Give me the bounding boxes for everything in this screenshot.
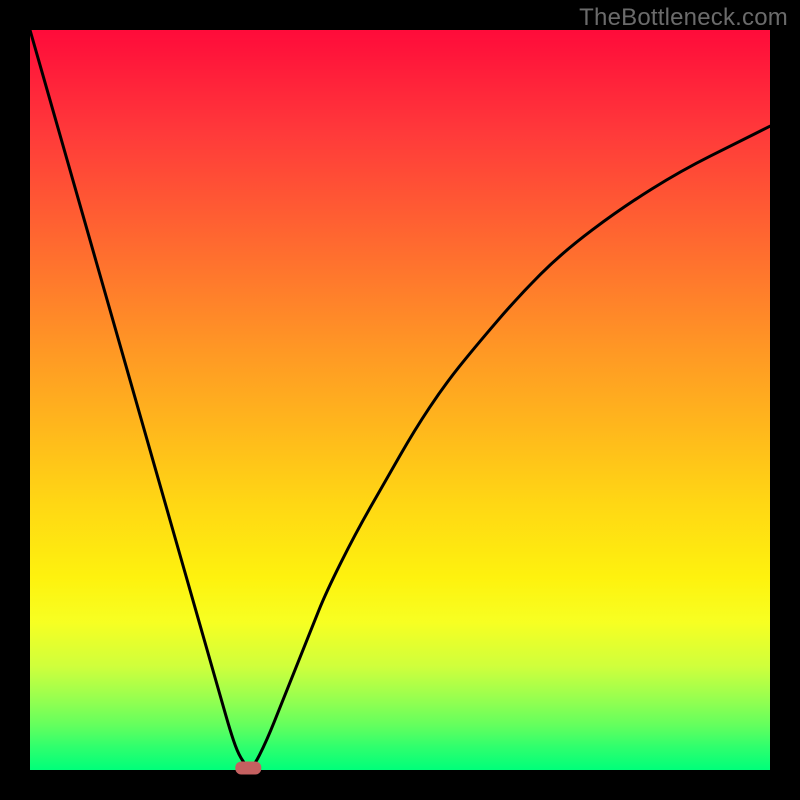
optimal-marker — [235, 762, 261, 775]
bottleneck-curve — [30, 30, 770, 768]
watermark-text: TheBottleneck.com — [579, 4, 788, 32]
chart-frame: TheBottleneck.com — [0, 0, 800, 800]
plot-area — [30, 30, 770, 770]
curve-svg — [30, 30, 770, 770]
